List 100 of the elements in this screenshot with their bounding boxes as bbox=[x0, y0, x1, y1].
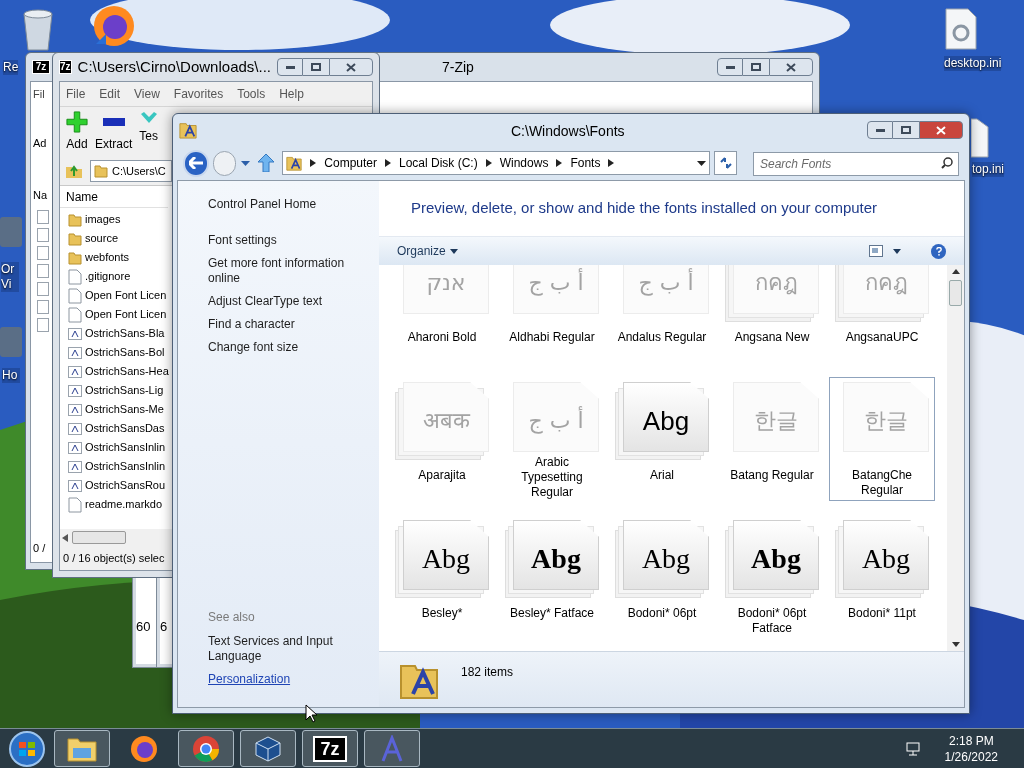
font-item[interactable]: Abg Besley* bbox=[389, 515, 495, 639]
menu-item[interactable]: Tools bbox=[237, 85, 266, 103]
path-field[interactable]: C:\Users\C bbox=[90, 160, 172, 182]
task-link[interactable]: Change font size bbox=[208, 340, 299, 355]
breadcrumb[interactable]: Fonts bbox=[570, 154, 601, 172]
menu-item[interactable]: Favorites bbox=[173, 85, 224, 103]
taskbar-button[interactable]: 7z bbox=[302, 730, 358, 767]
file-row[interactable]: Open Font Licen bbox=[60, 286, 167, 305]
close-button[interactable] bbox=[769, 58, 813, 76]
task-link[interactable]: Adjust ClearType text bbox=[208, 294, 323, 309]
task-link[interactable]: Font settings bbox=[208, 233, 277, 248]
scrollbar-thumb[interactable] bbox=[72, 531, 126, 544]
seven-zip-logo-icon: 7z bbox=[313, 735, 347, 762]
font-sample: 한글 bbox=[864, 407, 908, 432]
start-button[interactable] bbox=[6, 729, 48, 768]
file-row[interactable]: OstrichSans-Me bbox=[60, 400, 164, 419]
task-link[interactable]: Get more font information online bbox=[208, 256, 371, 286]
font-sample: Abg bbox=[751, 542, 801, 573]
font-name: Angsana New bbox=[733, 330, 811, 345]
menu-item[interactable]: Fil bbox=[33, 86, 45, 103]
file-row[interactable]: OstrichSans-Lig bbox=[60, 381, 164, 400]
file-row[interactable]: OstrichSans-Bla bbox=[60, 324, 165, 343]
menu-item[interactable]: View bbox=[134, 85, 160, 103]
menu-item[interactable]: Edit bbox=[99, 85, 121, 103]
address-bar[interactable]: Computer Local Disk (C:) Windows Fonts bbox=[282, 151, 711, 175]
desktop-icon-label[interactable]: desktop.ini bbox=[944, 56, 1002, 71]
file-row[interactable]: OstrichSans-Bol bbox=[60, 343, 165, 362]
font-name: Besley* Fatface bbox=[508, 606, 595, 621]
refresh-button[interactable] bbox=[714, 151, 737, 175]
font-sample: Abg bbox=[531, 542, 581, 573]
breadcrumb[interactable]: Local Disk (C:) bbox=[399, 154, 478, 172]
maximize-button[interactable] bbox=[893, 121, 919, 139]
desktop-icon-label[interactable]: Or Vi bbox=[1, 262, 19, 292]
task-link[interactable]: Find a character bbox=[208, 317, 295, 332]
file-row[interactable]: OstrichSansInlin bbox=[60, 457, 166, 476]
close-button[interactable] bbox=[329, 58, 373, 76]
maximize-button[interactable] bbox=[743, 58, 769, 76]
file-row[interactable]: source bbox=[60, 229, 119, 248]
view-options-button[interactable] bbox=[869, 245, 901, 257]
breadcrumb[interactable]: Windows bbox=[499, 154, 549, 172]
breadcrumb[interactable]: Computer bbox=[324, 154, 377, 172]
minimize-button[interactable] bbox=[717, 58, 743, 76]
desktop-icon-label[interactable]: top.ini bbox=[972, 162, 1005, 177]
taskbar-button[interactable] bbox=[364, 730, 420, 767]
back-button[interactable] bbox=[183, 149, 209, 177]
font-item[interactable]: Abg Arial bbox=[609, 377, 715, 501]
column-header[interactable]: Name bbox=[60, 186, 168, 208]
file-row[interactable]: webfonts bbox=[60, 248, 130, 267]
file-row[interactable]: .gitignore bbox=[60, 267, 131, 286]
folder-icon bbox=[68, 231, 82, 246]
menu-item[interactable]: Help bbox=[279, 85, 304, 103]
search-field[interactable]: Search Fonts bbox=[753, 152, 959, 176]
font-item[interactable]: Abg Besley* Fatface bbox=[499, 515, 605, 639]
taskbar-button[interactable] bbox=[54, 730, 110, 767]
font-item[interactable]: กคฎ AngsanaUPC bbox=[829, 265, 935, 363]
maximize-button[interactable] bbox=[303, 58, 329, 76]
search-icon bbox=[941, 157, 953, 169]
toolbar-button[interactable]: Extract bbox=[95, 111, 133, 157]
minimize-button[interactable] bbox=[277, 58, 303, 76]
organize-button[interactable]: Organize bbox=[397, 242, 458, 260]
app-icon bbox=[0, 325, 22, 359]
file-row[interactable]: OstrichSans-Hea bbox=[60, 362, 169, 381]
font-item[interactable]: กคฎ Angsana New bbox=[719, 265, 825, 363]
column-header[interactable]: Na bbox=[33, 187, 48, 204]
task-link[interactable]: Text Services and Input Language bbox=[208, 634, 371, 664]
font-item[interactable]: Abg Bodoni* 06pt bbox=[609, 515, 715, 639]
up-button[interactable] bbox=[255, 152, 277, 174]
help-button[interactable] bbox=[931, 243, 946, 259]
taskbar-button[interactable] bbox=[178, 730, 234, 767]
scrollbar-thumb[interactable] bbox=[949, 280, 962, 306]
windows-logo-icon bbox=[8, 729, 46, 768]
window-title: C:\Windows\Fonts bbox=[511, 122, 625, 141]
chrome-icon bbox=[192, 734, 220, 763]
font-item[interactable]: 한글 BatangChe Regular bbox=[829, 377, 935, 501]
personalization-link[interactable]: Personalization bbox=[208, 672, 291, 687]
clock[interactable]: 2:18 PM 1/26/2022 bbox=[944, 732, 998, 765]
file-row[interactable]: images bbox=[60, 210, 121, 229]
font-name: Andalus Regular bbox=[616, 330, 708, 345]
file-row[interactable]: Open Font Licen bbox=[60, 305, 167, 324]
menu-item[interactable]: File bbox=[66, 85, 86, 103]
font-item[interactable]: Abg Bodoni* 11pt bbox=[829, 515, 935, 639]
font-item[interactable]: Abg Bodoni* 06pt Fatface bbox=[719, 515, 825, 639]
font-name: Bodoni* 06pt Fatface bbox=[736, 606, 808, 636]
taskbar-button[interactable] bbox=[240, 730, 296, 767]
font-item[interactable]: अबक Aparajita bbox=[389, 377, 495, 501]
file-row[interactable]: OstrichSansRou bbox=[60, 476, 166, 495]
task-link[interactable]: Control Panel Home bbox=[208, 197, 317, 212]
file-row[interactable]: OstrichSansInlin bbox=[60, 438, 166, 457]
vertical-scrollbar[interactable] bbox=[947, 265, 964, 651]
file-row[interactable]: OstrichSansDas bbox=[60, 419, 165, 438]
toolbar-button[interactable]: Tes bbox=[139, 111, 159, 157]
font-item[interactable]: 한글 Batang Regular bbox=[719, 377, 825, 501]
toolbar-button[interactable]: Ad bbox=[33, 134, 47, 151]
desktop-icon-label[interactable]: Re bbox=[3, 60, 19, 75]
minimize-button[interactable] bbox=[867, 121, 893, 139]
close-button[interactable] bbox=[919, 121, 963, 139]
toolbar-button[interactable]: Add bbox=[66, 111, 88, 157]
font-name: Bodoni* 06pt bbox=[626, 606, 698, 621]
desktop-icon-label[interactable]: Ho bbox=[2, 368, 20, 383]
file-row[interactable]: readme.markdo bbox=[60, 495, 163, 514]
